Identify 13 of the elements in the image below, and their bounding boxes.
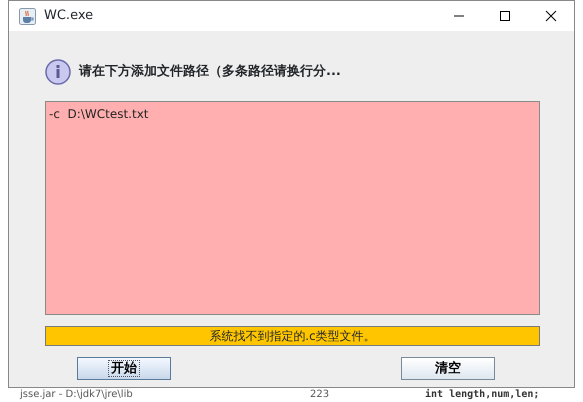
start-button[interactable]: 开始 [77,357,171,380]
message-text: 请在下方添加文件路径（多条路径请换行分... [79,62,341,82]
info-icon [45,59,71,85]
maximize-icon[interactable] [499,10,511,22]
code-text: int length,num,len; [425,388,540,402]
path-input-area[interactable]: -c D:\WCtest.txt [45,101,540,315]
close-icon[interactable] [545,10,557,22]
line-number: 223 [310,388,330,402]
clear-button[interactable]: 清空 [401,357,495,380]
window-title: WC.exe [44,7,94,26]
status-bar: 系统找不到指定的.c类型文件。 [45,326,540,346]
java-cup-icon [19,8,36,24]
file-path-text: jsse.jar - D:\jdk7\jre\lib [20,388,134,402]
